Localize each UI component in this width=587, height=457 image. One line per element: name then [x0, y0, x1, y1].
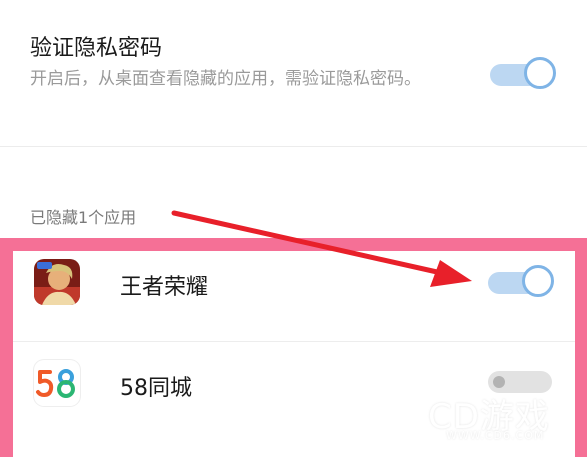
watermark-logo-icon [382, 389, 424, 431]
watermark-url: WWW.CD6.COM [446, 429, 545, 442]
watermark: CD游戏 WWW.CD6.COM [380, 385, 580, 445]
